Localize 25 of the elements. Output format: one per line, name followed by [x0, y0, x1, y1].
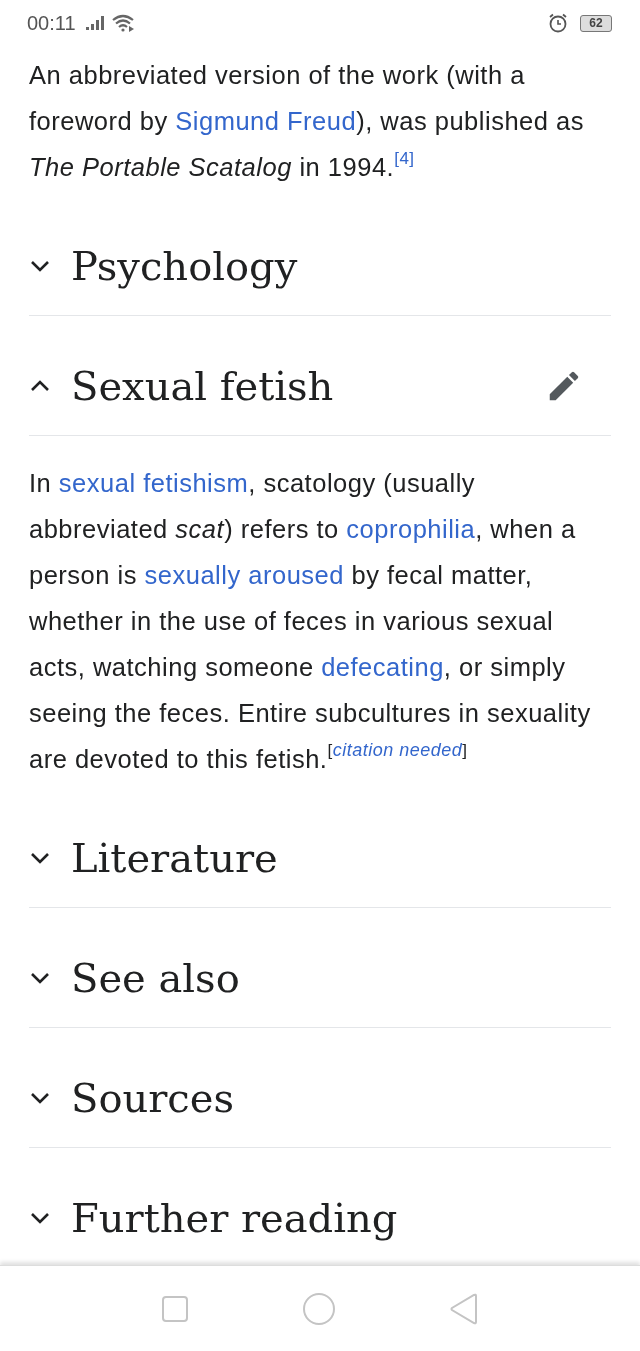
wifi-icon — [111, 14, 136, 32]
link[interactable]: coprophilia — [346, 515, 476, 543]
paragraph: An abbreviated version of the work (with a foreword by Sigmund Freud), was published as The Portable Scatalog in 1994.$^{[4]}$ — [29, 60, 585, 183]
alarm-icon — [548, 13, 568, 33]
section-heading[interactable]: Psychology — [71, 242, 611, 289]
battery-icon: 62 — [580, 14, 612, 32]
chevron-down-icon[interactable] — [29, 970, 51, 985]
section-heading[interactable]: Sources — [71, 1074, 611, 1121]
clock: 00:11 — [27, 11, 76, 35]
section-heading[interactable]: Further reading — [71, 1194, 611, 1241]
citation-needed-link[interactable]: citation needed — [332, 740, 463, 760]
link[interactable]: sexual fetishism — [58, 469, 249, 497]
chevron-down-icon[interactable] — [29, 258, 51, 273]
signal-icon — [85, 16, 106, 30]
chevron-up-icon[interactable] — [29, 378, 51, 393]
section-heading[interactable]: Sexual fetish — [71, 362, 525, 409]
reference-link[interactable]: [4] — [394, 149, 415, 168]
link[interactable]: Sigmund Freud — [175, 107, 357, 135]
section-heading[interactable]: See also — [71, 954, 611, 1001]
link[interactable]: defecating — [321, 653, 444, 681]
chevron-down-icon[interactable] — [29, 1090, 51, 1105]
chevron-down-icon[interactable] — [29, 850, 51, 865]
link[interactable]: sexually aroused — [144, 561, 344, 589]
section-heading[interactable]: Literature — [71, 834, 611, 881]
chevron-down-icon[interactable] — [29, 1210, 51, 1225]
